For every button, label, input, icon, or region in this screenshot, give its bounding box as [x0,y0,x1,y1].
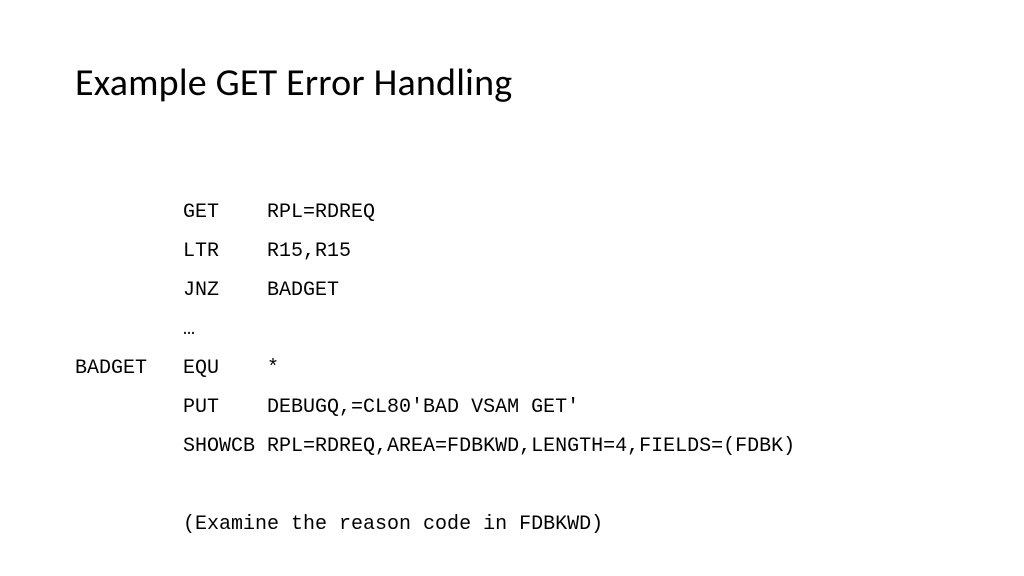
code-line: JNZ BADGET [75,279,339,302]
slide-title: Example GET Error Handling [75,60,949,106]
code-line: BADGET EQU * [75,357,279,380]
code-line: SHOWCB RPL=RDREQ,AREA=FDBKWD,LENGTH=4,FI… [75,435,795,458]
code-block: GET RPL=RDREQ LTR R15,R15 JNZ BADGET … B… [75,154,949,544]
code-line: (Examine the reason code in FDBKWD) [75,513,603,536]
code-line: LTR R15,R15 [75,240,351,263]
code-line: … [75,318,195,341]
code-line: GET RPL=RDREQ [75,201,375,224]
code-line: PUT DEBUGQ,=CL80'BAD VSAM GET' [75,396,579,419]
